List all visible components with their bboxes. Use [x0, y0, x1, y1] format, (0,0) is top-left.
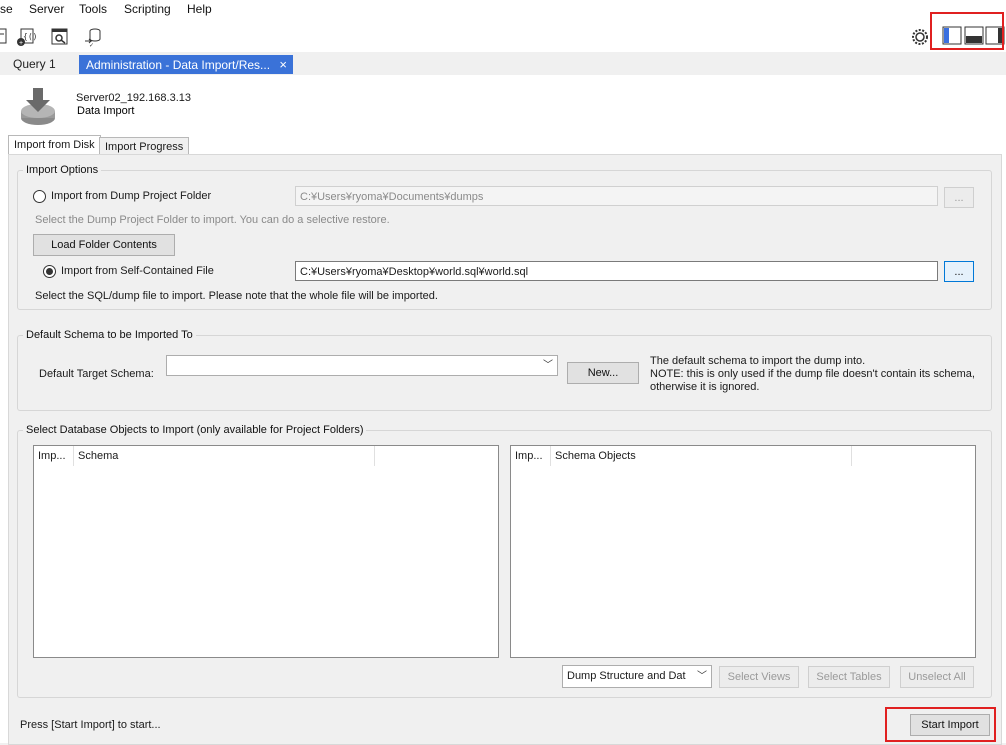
- svg-text:+: +: [19, 40, 23, 47]
- data-import-icon: [18, 86, 58, 128]
- inspector-icon[interactable]: [50, 27, 68, 45]
- settings-gear-icon[interactable]: [910, 27, 928, 45]
- col-import[interactable]: Imp...: [34, 446, 74, 466]
- menu-help[interactable]: Help: [187, 2, 212, 16]
- tab-import-from-disk[interactable]: Import from Disk: [8, 135, 101, 156]
- default-target-schema-select[interactable]: ﹀: [166, 355, 558, 376]
- menu-tools[interactable]: Tools: [79, 2, 107, 16]
- load-folder-contents-button[interactable]: Load Folder Contents: [33, 234, 175, 256]
- schema-note-1: The default schema to import the dump in…: [650, 355, 866, 367]
- toolbar: {()+ ✓: [0, 12, 1006, 52]
- file-help: Select the SQL/dump file to import. Plea…: [35, 290, 438, 302]
- select-views-button[interactable]: Select Views: [719, 666, 799, 688]
- self-contained-file-radio[interactable]: [43, 265, 56, 278]
- dump-type-value: Dump Structure and Dat: [567, 670, 686, 682]
- browse-file-button[interactable]: ...: [944, 261, 974, 282]
- self-contained-file-label: Import from Self-Contained File: [61, 265, 214, 277]
- menu-bar: se Server Tools Scripting Help: [0, 0, 1006, 20]
- file-path-input[interactable]: C:¥Users¥ryoma¥Desktop¥world.sql¥world.s…: [295, 261, 938, 281]
- schema-objects-list[interactable]: Imp... Schema Objects: [510, 445, 976, 658]
- reconnect-db-icon[interactable]: ✓: [83, 27, 101, 49]
- chevron-down-icon: ﹀: [543, 360, 553, 371]
- status-text: Press [Start Import] to start...: [20, 719, 161, 731]
- dump-folder-help: Select the Dump Project Folder to import…: [35, 214, 390, 226]
- col-schema-objects[interactable]: Schema Objects: [551, 446, 852, 466]
- new-procedure-icon[interactable]: {()+: [16, 27, 37, 47]
- svg-text:{(): {(): [23, 32, 36, 41]
- menu-scripting[interactable]: Scripting: [124, 2, 171, 16]
- default-target-schema-label: Default Target Schema:: [39, 368, 154, 380]
- menu-database[interactable]: se: [0, 2, 13, 16]
- tab-label: Administration - Data Import/Res...: [86, 58, 271, 72]
- dump-folder-path-input[interactable]: C:¥Users¥ryoma¥Documents¥dumps: [295, 186, 938, 206]
- browse-folder-button[interactable]: ...: [944, 187, 974, 208]
- unselect-all-button[interactable]: Unselect All: [900, 666, 974, 688]
- col-import[interactable]: Imp...: [511, 446, 551, 466]
- select-objects-title: Select Database Objects to Import (only …: [23, 424, 367, 436]
- schema-note-3: otherwise it is ignored.: [650, 381, 760, 393]
- schema-note-2: NOTE: this is only used if the dump file…: [650, 368, 975, 380]
- dump-folder-radio[interactable]: [33, 190, 46, 203]
- svg-text:✓: ✓: [89, 43, 94, 47]
- document-tab-bar: Query 1 Administration - Data Import/Res…: [0, 52, 1006, 76]
- tab-query-1[interactable]: Query 1: [6, 55, 63, 74]
- import-options-title: Import Options: [23, 164, 102, 176]
- dump-type-select[interactable]: Dump Structure and Dat ﹀: [562, 665, 712, 688]
- col-schema[interactable]: Schema: [74, 446, 375, 466]
- menu-server[interactable]: Server: [29, 2, 64, 16]
- chevron-down-icon: ﹀: [697, 671, 707, 682]
- open-sql-icon[interactable]: [0, 27, 10, 45]
- close-tab-icon[interactable]: ×: [279, 57, 287, 72]
- server-name: Server02_192.168.3.13: [76, 92, 191, 104]
- start-import-highlight: [885, 707, 996, 742]
- schema-list[interactable]: Imp... Schema: [33, 445, 499, 658]
- dump-folder-label: Import from Dump Project Folder: [51, 190, 212, 202]
- tab-label: Query 1: [13, 57, 56, 71]
- select-tables-button[interactable]: Select Tables: [808, 666, 890, 688]
- tab-data-import[interactable]: Administration - Data Import/Res... ×: [79, 55, 293, 74]
- page-title: Data Import: [77, 105, 135, 117]
- default-schema-title: Default Schema to be Imported To: [23, 329, 196, 341]
- new-schema-button[interactable]: New...: [567, 362, 639, 384]
- layout-toggle-highlight: [930, 12, 1004, 50]
